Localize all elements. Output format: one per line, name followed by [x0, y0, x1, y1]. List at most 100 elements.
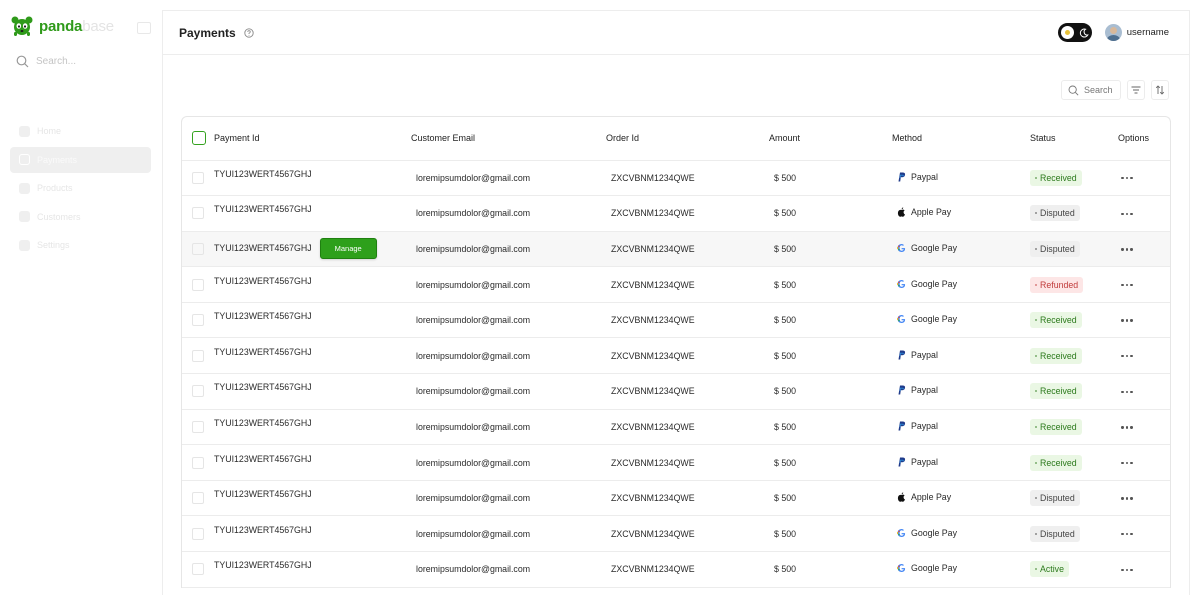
amount: $ 500 [774, 243, 797, 254]
row-checkbox[interactable] [192, 314, 204, 327]
more-options-icon[interactable] [1118, 279, 1136, 291]
help-icon[interactable] [244, 27, 254, 38]
amount: $ 500 [774, 172, 797, 183]
order-id-cell: ZXCVBNM1234QWE [606, 160, 769, 197]
status-badge: Active [1030, 561, 1069, 578]
row-checkbox[interactable] [192, 278, 204, 291]
status-badge: Disputed [1030, 205, 1080, 222]
status-cell: Received [1030, 409, 1118, 446]
amount-cell: $ 500 [769, 409, 892, 446]
payment-id-cell: TYUI123WERT4567GHJ [214, 480, 411, 517]
status-badge: Disputed [1030, 525, 1080, 542]
more-options-icon[interactable] [1118, 208, 1136, 220]
user-menu[interactable]: username [1104, 24, 1169, 41]
options-cell [1118, 337, 1170, 375]
sidebar-nav: Home Payments Products Customers Setting… [10, 118, 151, 261]
sidebar-item-settings[interactable]: Settings [10, 232, 151, 258]
more-options-icon[interactable] [1118, 528, 1136, 540]
customers-icon [19, 211, 30, 222]
row-checkbox[interactable] [192, 492, 204, 505]
payment-id: TYUI123WERT4567GHJ [214, 453, 312, 464]
order-id-cell: ZXCVBNM1234QWE [606, 302, 769, 339]
more-options-icon[interactable] [1118, 457, 1136, 469]
row-checkbox[interactable] [192, 207, 204, 220]
payment-id-cell: TYUI123WERT4567GHJ [214, 373, 411, 410]
column-header-amount[interactable]: Amount [769, 117, 892, 161]
column-header-options: Options [1118, 117, 1170, 161]
sidebar-item-products[interactable]: Products [10, 175, 151, 201]
table-row[interactable]: TYUI123WERT4567GHJ loremipsumdolor@gmail.… [182, 480, 1170, 517]
column-header-email[interactable]: Customer Email [411, 117, 606, 161]
sidebar-item-payments[interactable]: Payments [10, 146, 151, 173]
status-cell: Active [1030, 551, 1118, 588]
sidebar-item-home[interactable]: Home [10, 118, 151, 144]
manage-button[interactable]: Manage [319, 238, 377, 260]
amount-cell: $ 500 [769, 373, 892, 410]
google-icon [897, 279, 906, 288]
select-all-checkbox[interactable] [192, 131, 206, 146]
table-row[interactable]: TYUI123WERT4567GHJ loremipsumdolor@gmail.… [182, 266, 1170, 303]
more-options-icon[interactable] [1118, 493, 1136, 505]
payment-id-cell: TYUI123WERT4567GHJ [214, 337, 411, 375]
apple-icon [897, 492, 905, 502]
filter-icon [1131, 86, 1141, 94]
table-row[interactable]: TYUI123WERT4567GHJ loremipsumdolor@gmail.… [182, 373, 1170, 410]
column-header-method[interactable]: Method [892, 117, 1030, 161]
more-options-icon[interactable] [1118, 350, 1136, 362]
order-id: ZXCVBNM1234QWE [611, 172, 695, 183]
row-checkbox[interactable] [192, 242, 204, 255]
sidebar-item-label: Home [37, 126, 62, 136]
customer-email: loremipsumdolor@gmail.com [416, 315, 531, 326]
brand-logo[interactable]: pandabase [10, 15, 114, 37]
more-options-icon[interactable] [1118, 315, 1136, 327]
payment-method: Paypal [892, 421, 938, 431]
row-checkbox[interactable] [192, 349, 204, 362]
theme-toggle[interactable] [1058, 23, 1092, 42]
row-checkbox[interactable] [192, 563, 204, 576]
table-row[interactable]: TYUI123WERT4567GHJ loremipsumdolor@gmail.… [182, 515, 1170, 553]
more-options-icon[interactable] [1118, 243, 1136, 255]
row-checkbox-cell [182, 337, 214, 375]
payment-id-cell: TYUI123WERT4567GHJ Manage [214, 231, 411, 268]
order-id-cell: ZXCVBNM1234QWE [606, 266, 769, 303]
more-options-icon[interactable] [1118, 421, 1136, 433]
page-title: Payments [179, 25, 236, 40]
table-body: TYUI123WERT4567GHJ loremipsumdolor@gmail.… [182, 160, 1170, 588]
table-row[interactable]: TYUI123WERT4567GHJ loremipsumdolor@gmail.… [182, 409, 1170, 446]
sort-button[interactable] [1151, 80, 1169, 100]
sidebar-collapse-icon[interactable] [137, 22, 151, 34]
table-row[interactable]: TYUI123WERT4567GHJ loremipsumdolor@gmail.… [182, 160, 1170, 197]
column-header-status[interactable]: Status [1030, 117, 1118, 161]
table-row[interactable]: TYUI123WERT4567GHJ loremipsumdolor@gmail.… [182, 551, 1170, 588]
brand-name-suffix: base [82, 17, 114, 35]
column-header-payment-id[interactable]: Payment Id [214, 117, 411, 161]
order-id: ZXCVBNM1234QWE [611, 386, 695, 397]
table-row[interactable]: TYUI123WERT4567GHJ loremipsumdolor@gmail.… [182, 337, 1170, 375]
table-row[interactable]: TYUI123WERT4567GHJ loremipsumdolor@gmail.… [182, 302, 1170, 339]
payment-id: TYUI123WERT4567GHJ [214, 346, 312, 357]
method-cell: Google Pay [892, 551, 1030, 588]
table-search-input[interactable] [1084, 85, 1114, 95]
options-cell [1118, 444, 1170, 481]
sidebar-search-input[interactable] [36, 56, 136, 67]
column-header-order-id[interactable]: Order Id [606, 117, 769, 161]
sidebar-item-customers[interactable]: Customers [10, 204, 151, 230]
row-checkbox[interactable] [192, 527, 204, 540]
filter-button[interactable] [1127, 80, 1145, 100]
table-row[interactable]: TYUI123WERT4567GHJ Manage loremipsumdolor@… [182, 231, 1170, 268]
more-options-icon[interactable] [1118, 172, 1136, 184]
sort-icon [1155, 85, 1165, 95]
row-checkbox[interactable] [192, 420, 204, 433]
table-row[interactable]: TYUI123WERT4567GHJ loremipsumdolor@gmail.… [182, 444, 1170, 481]
more-options-icon[interactable] [1118, 564, 1136, 576]
main-panel: Payments username Search Payment Id Cust… [162, 10, 1190, 595]
row-checkbox[interactable] [192, 385, 204, 398]
order-id: ZXCVBNM1234QWE [611, 279, 695, 290]
row-checkbox[interactable] [192, 456, 204, 469]
status-cell: Disputed [1030, 231, 1118, 268]
table-row[interactable]: TYUI123WERT4567GHJ loremipsumdolor@gmail.… [182, 195, 1170, 232]
row-checkbox[interactable] [192, 171, 204, 184]
more-options-icon[interactable] [1118, 386, 1136, 398]
status-cell: Received [1030, 160, 1118, 197]
method-cell: Apple Pay [892, 195, 1030, 232]
